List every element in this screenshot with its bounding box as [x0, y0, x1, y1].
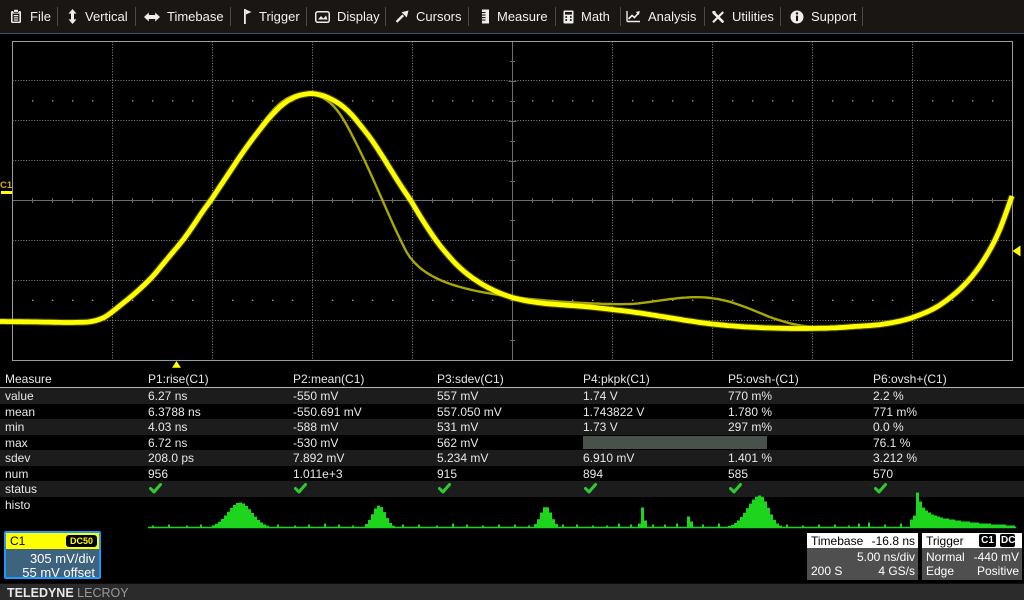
svg-text:C1: C1 [0, 180, 13, 191]
